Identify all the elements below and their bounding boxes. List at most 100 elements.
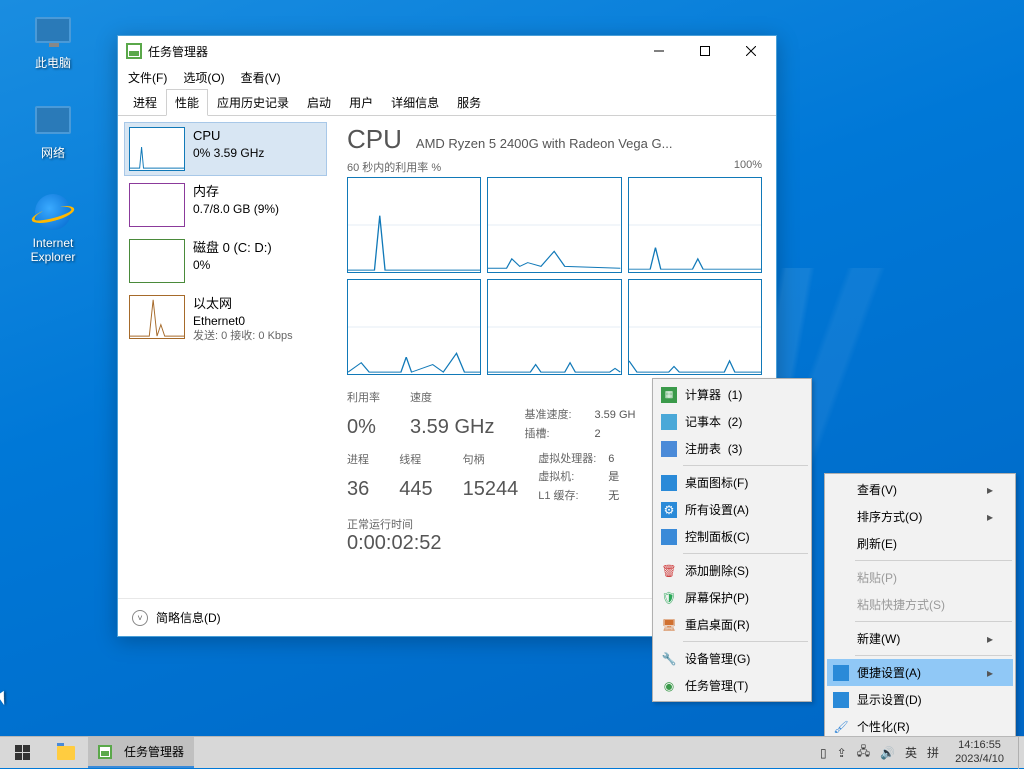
- close-button[interactable]: [728, 36, 774, 66]
- core-chart-4: [487, 279, 621, 375]
- taskbar-explorer[interactable]: [44, 737, 88, 768]
- sidebar-disk-title: 磁盘 0 (C: D:): [193, 239, 272, 257]
- sidebar-mem-title: 内存: [193, 183, 279, 201]
- menu-item-control-panel[interactable]: 控制面板(C): [655, 523, 809, 550]
- menu-options[interactable]: 选项(O): [177, 67, 230, 88]
- utilization-value: 0%: [347, 410, 380, 444]
- windows-logo-icon: [15, 745, 30, 760]
- desktop-icon-network[interactable]: 网络: [16, 100, 90, 161]
- menu-item-display-settings[interactable]: 显示设置(D): [827, 686, 1013, 713]
- menu-item-restart-explorer[interactable]: 🖥重启桌面(R): [655, 611, 809, 638]
- taskbar-clock[interactable]: 14:16:55 2023/4/10: [949, 739, 1010, 765]
- vcpu-label: 虚拟处理器:: [538, 450, 608, 469]
- menu-item-refresh[interactable]: 刷新(E): [827, 530, 1013, 557]
- menu-item-screensaver[interactable]: 🛡屏幕保护(P): [655, 584, 809, 611]
- threads-label: 线程: [399, 451, 432, 470]
- maximize-button[interactable]: [682, 36, 728, 66]
- menu-item-notepad[interactable]: 记事本 (2): [655, 408, 809, 435]
- chart-axis-left: 60 秒内的利用率 %: [347, 159, 441, 175]
- tab-processes[interactable]: 进程: [124, 89, 166, 116]
- settings-icon: ⚙: [661, 502, 677, 518]
- core-chart-2: [628, 177, 762, 273]
- sidebar-item-cpu[interactable]: CPU0% 3.59 GHz: [124, 122, 327, 176]
- cpu-core-charts[interactable]: [347, 177, 762, 375]
- menu-item-paste-shortcut: 粘贴快捷方式(S): [827, 591, 1013, 618]
- sidebar-eth-title: 以太网: [193, 295, 293, 313]
- sidebar-item-disk[interactable]: 磁盘 0 (C: D:)0%: [124, 234, 327, 288]
- chevron-right-icon: ▸: [967, 632, 993, 646]
- titlebar[interactable]: 任务管理器: [118, 36, 776, 66]
- vm-value: 是: [608, 471, 619, 483]
- add-remove-icon: 🗑: [661, 563, 677, 579]
- shield-icon: 🛡: [661, 590, 677, 606]
- tab-details[interactable]: 详细信息: [382, 89, 448, 116]
- menu-view[interactable]: 查看(V): [235, 67, 287, 88]
- fewer-details-label[interactable]: 简略信息(D): [156, 609, 221, 626]
- menu-item-sort[interactable]: 排序方式(O)▸: [827, 503, 1013, 530]
- minimize-button[interactable]: [636, 36, 682, 66]
- sockets-value: 2: [594, 428, 600, 440]
- tab-users[interactable]: 用户: [340, 89, 382, 116]
- show-desktop-button[interactable]: [1018, 737, 1024, 769]
- menu-item-device-manager[interactable]: 🔧设备管理(G): [655, 645, 809, 672]
- handles-label: 句柄: [463, 451, 519, 470]
- menu-item-task-manager[interactable]: ◉任务管理(T): [655, 672, 809, 699]
- performance-sidebar: CPU0% 3.59 GHz 内存0.7/8.0 GB (9%) 磁盘 0 (C…: [118, 116, 333, 598]
- menu-item-desktop-icons[interactable]: 桌面图标(F): [655, 469, 809, 496]
- tab-services[interactable]: 服务: [448, 89, 490, 116]
- menu-separator: [855, 655, 1012, 656]
- taskbar: 任务管理器 ▯ ⇪ 🖧 🔊 英 拼 14:16:55 2023/4/10: [0, 736, 1024, 768]
- menu-separator: [683, 465, 808, 466]
- menu-item-regedit[interactable]: 注册表 (3): [655, 435, 809, 462]
- tray-ime-mode[interactable]: 拼: [927, 744, 939, 761]
- tab-app-history[interactable]: 应用历史记录: [208, 89, 298, 116]
- window-title: 任务管理器: [148, 43, 636, 60]
- tray-usb-icon[interactable]: ⇪: [837, 746, 847, 760]
- desktop-icon-label: Explorer: [16, 250, 90, 264]
- tab-performance[interactable]: 性能: [166, 89, 208, 116]
- menu-separator: [683, 553, 808, 554]
- taskbar-app-taskmanager[interactable]: 任务管理器: [88, 737, 194, 768]
- ie-icon: [33, 192, 73, 232]
- core-chart-3: [347, 279, 481, 375]
- sidebar-item-memory[interactable]: 内存0.7/8.0 GB (9%): [124, 178, 327, 232]
- menu-separator: [683, 641, 808, 642]
- menu-item-view[interactable]: 查看(V)▸: [827, 476, 1013, 503]
- desktop-icon-label: 此电脑: [16, 54, 90, 71]
- vcpu-value: 6: [608, 453, 614, 465]
- desktop-icon-label: Internet: [16, 236, 90, 250]
- menu-item-quick-settings[interactable]: 便捷设置(A)▸: [827, 659, 1013, 686]
- task-manager-icon: [126, 43, 142, 59]
- menu-separator: [855, 621, 1012, 622]
- menu-file[interactable]: 文件(F): [122, 67, 173, 88]
- l1-value: 无: [608, 490, 619, 502]
- tray-ime-lang[interactable]: 英: [905, 744, 917, 761]
- ethernet-thumb-chart: [129, 295, 185, 339]
- chevron-right-icon: ▸: [967, 483, 993, 497]
- menu-item-calculator[interactable]: ▦计算器 (1): [655, 381, 809, 408]
- tray-battery-icon[interactable]: ▯: [820, 746, 827, 760]
- cpu-model: AMD Ryzen 5 2400G with Radeon Vega G...: [416, 136, 762, 151]
- start-button[interactable]: [0, 737, 44, 768]
- sidebar-disk-sub: 0%: [193, 257, 272, 273]
- personalize-icon: 🖌: [833, 719, 849, 735]
- l1-label: L1 缓存:: [538, 487, 608, 506]
- core-chart-1: [487, 177, 621, 273]
- desktop-icon-ie[interactable]: Internet Explorer: [16, 192, 90, 264]
- tab-startup[interactable]: 启动: [298, 89, 340, 116]
- menu-item-new[interactable]: 新建(W)▸: [827, 625, 1013, 652]
- menu-item-add-remove[interactable]: 🗑添加删除(S): [655, 557, 809, 584]
- menu-item-all-settings[interactable]: ⚙所有设置(A): [655, 496, 809, 523]
- vm-label: 虚拟机:: [538, 468, 608, 487]
- sidebar-item-ethernet[interactable]: 以太网Ethernet0发送: 0 接收: 0 Kbps: [124, 290, 327, 349]
- desktop-icon-this-pc[interactable]: 此电脑: [16, 10, 90, 71]
- task-manager-icon: [98, 745, 112, 759]
- fewer-details-icon[interactable]: ˅: [132, 610, 148, 626]
- menu-separator: [855, 560, 1012, 561]
- chevron-right-icon: ▸: [967, 510, 993, 524]
- speed-label: 速度: [410, 389, 494, 408]
- tray-network-icon[interactable]: 🖧: [857, 742, 870, 763]
- taskbar-app-label: 任务管理器: [124, 743, 184, 760]
- control-panel-icon: [661, 529, 677, 545]
- tray-volume-icon[interactable]: 🔊: [880, 746, 895, 760]
